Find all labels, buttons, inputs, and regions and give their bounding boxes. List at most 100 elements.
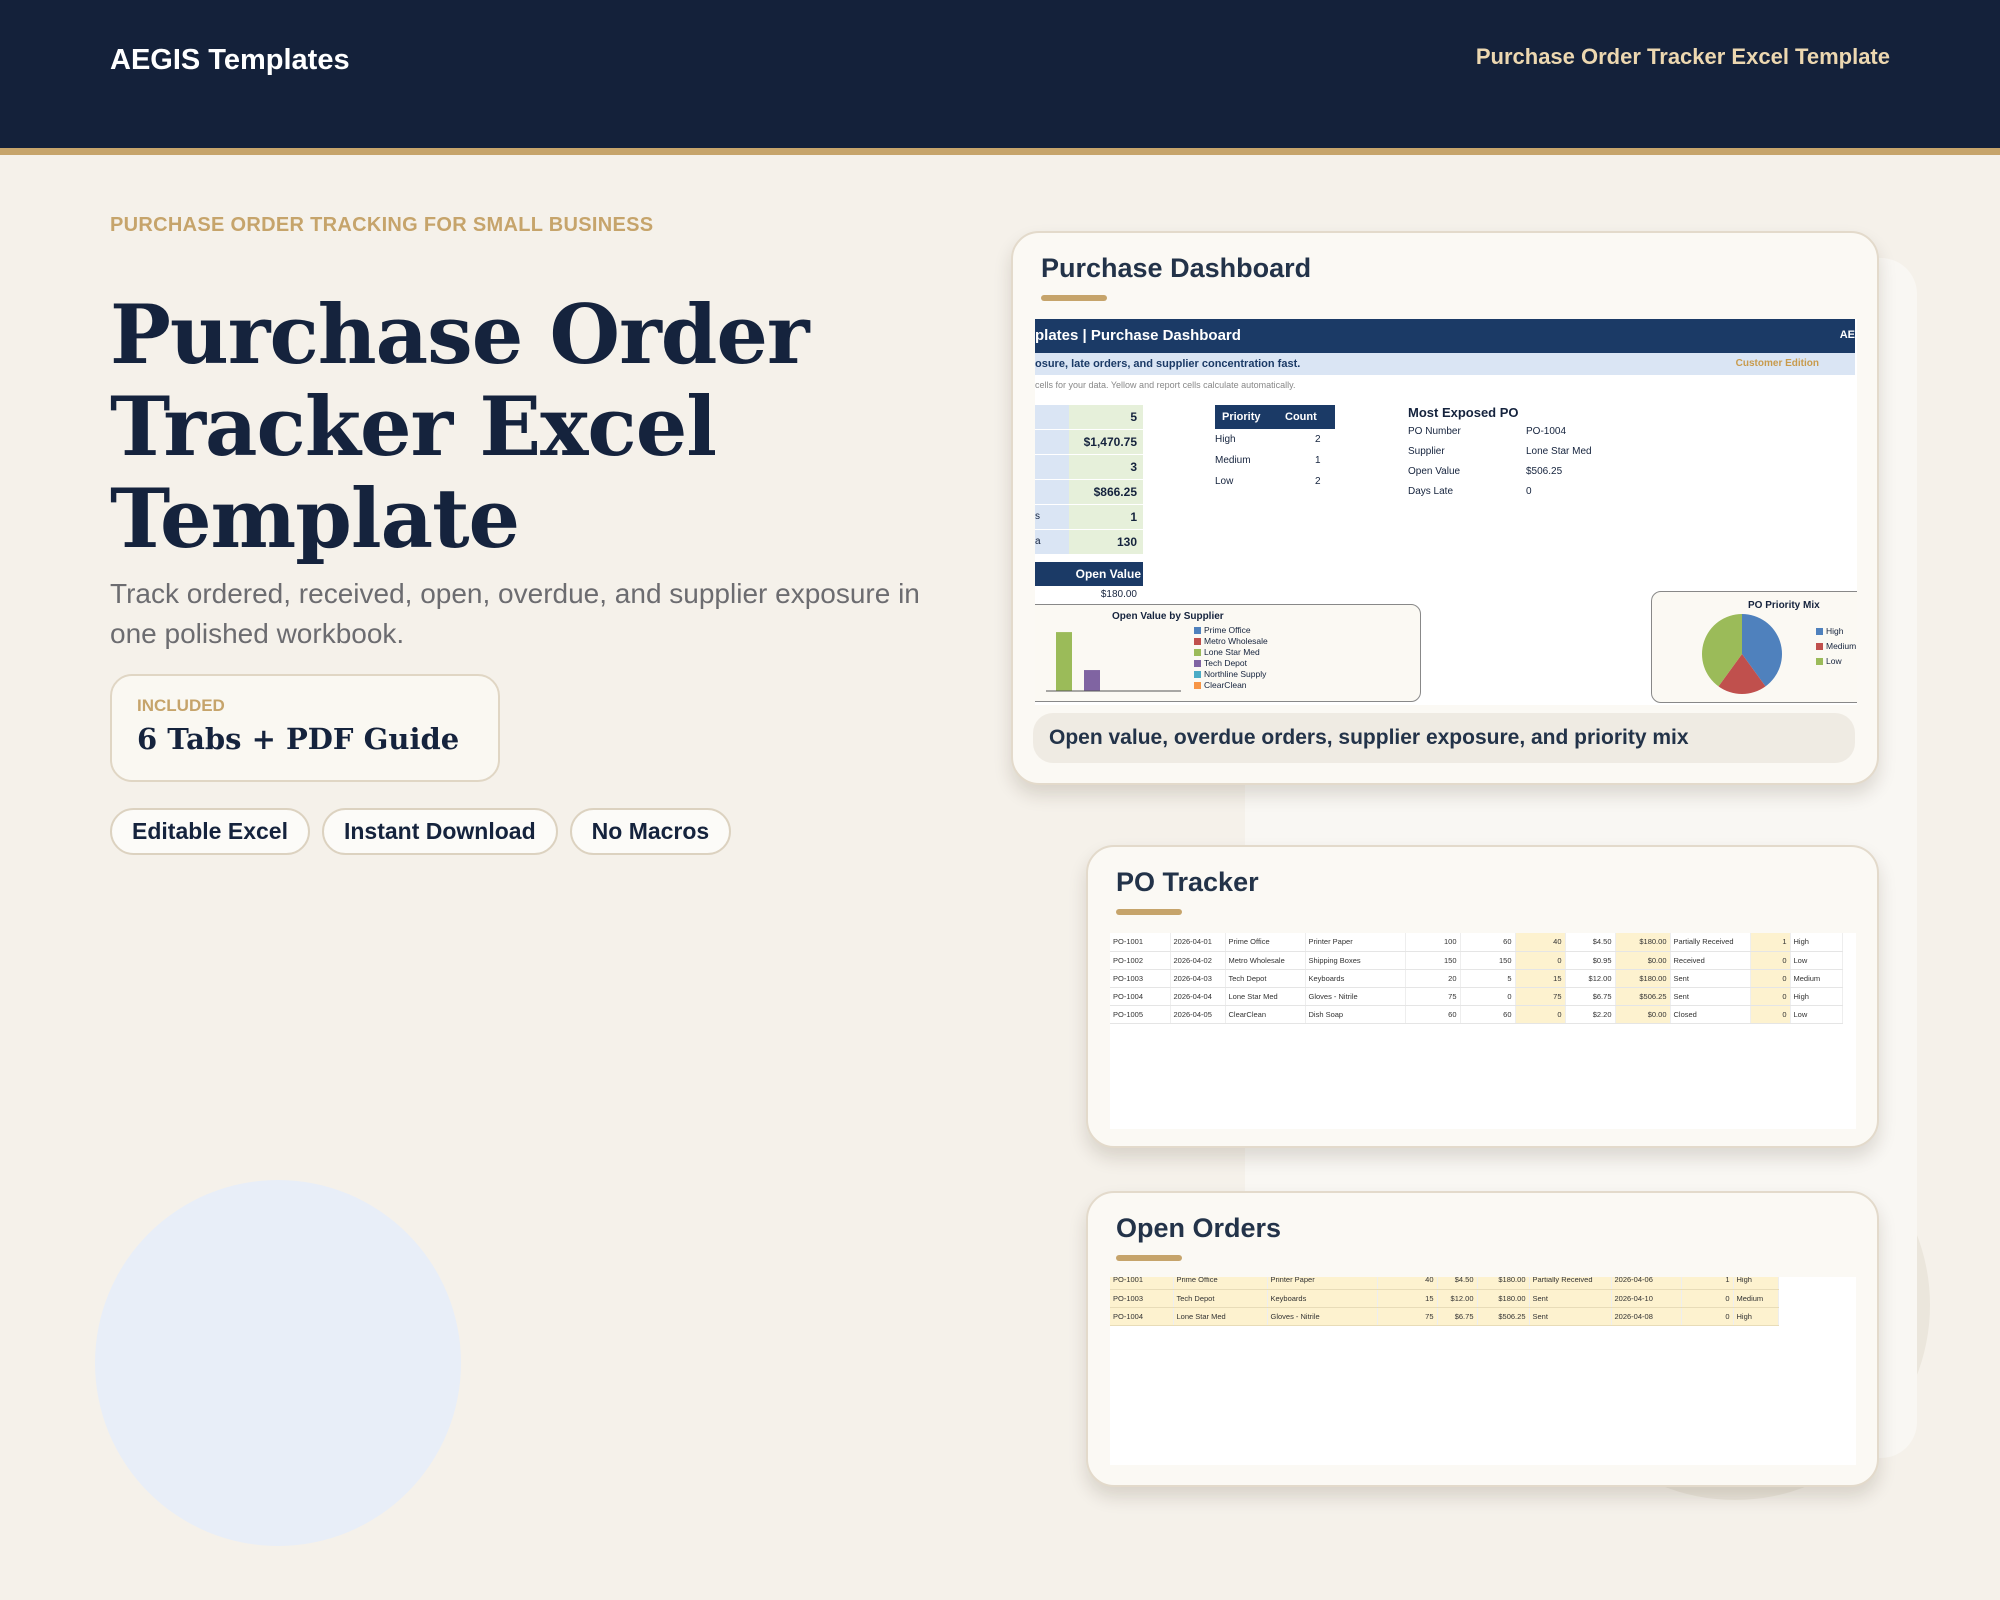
header-title: Purchase Order Tracker Excel Template (1475, 44, 1890, 69)
sheet-subtitle-strip: osure, late orders, and supplier concent… (1035, 353, 1855, 375)
table-cell: 75 (1377, 1307, 1438, 1326)
kpi-label (1035, 405, 1069, 429)
legend-label: High (1826, 626, 1844, 636)
table-cell: PO-1003 (1110, 969, 1171, 988)
kpi-label: s (1035, 505, 1069, 529)
title-underline (1116, 909, 1182, 915)
table-cell: $4.50 (1437, 1277, 1478, 1290)
table-cell: Lone Star Med (1225, 987, 1306, 1006)
kpi-row: $866.25 (1035, 480, 1143, 505)
table-cell: 0 (1460, 987, 1516, 1006)
sheet-banner-title: plates | Purchase Dashboard (1035, 327, 1241, 344)
table-cell: Gloves - Nitrile (1267, 1307, 1378, 1326)
po-tracker-table: PO-1001 2026-04-01 Prime Office Printer Pap… (1110, 933, 1843, 1024)
table-cell: 2026-04-10 (1611, 1289, 1682, 1308)
legend-swatch (1194, 682, 1201, 689)
open-value: $180.00 (1100, 589, 1137, 600)
table-cell: 60 (1460, 933, 1516, 952)
table-cell: $12.00 (1437, 1289, 1478, 1308)
legend-item: High (1816, 626, 1843, 637)
table-cell: High (1733, 1307, 1779, 1326)
table-cell: High (1790, 933, 1843, 952)
hero-subtitle: Track ordered, received, open, overdue, … (110, 578, 920, 649)
supplier-chart-title: Open Value by Supplier (1112, 611, 1224, 622)
supplier-chart: Open Value by Supplier Prime Office Metro… (1035, 604, 1421, 702)
priority-row: Low 2 (1215, 473, 1335, 493)
legend-label: Northline Supply (1204, 669, 1267, 679)
table-cell: 0 (1681, 1289, 1734, 1308)
kpi-label: a (1035, 530, 1069, 554)
brand-name[interactable]: AEGIS Templates (110, 44, 350, 77)
kpi-value: $866.25 (1069, 480, 1143, 504)
table-cell: 75 (1405, 987, 1461, 1006)
table-cell: 150 (1460, 951, 1516, 970)
top-bar: AEGIS Templates Purchase Order Tracker E… (0, 0, 2000, 155)
most-exposed-value: $506.25 (1526, 466, 1563, 477)
table-cell: Keyboards (1305, 969, 1406, 988)
table-cell: 75 (1515, 987, 1566, 1006)
table-cell: 0 (1515, 951, 1566, 970)
table-cell: PO-1005 (1110, 1005, 1171, 1024)
table-cell: PO-1004 (1110, 987, 1171, 1006)
table-cell: Tech Depot (1173, 1289, 1268, 1308)
po-tracker-card-title: PO Tracker (1116, 867, 1259, 897)
dashboard-caption-text: Open value, overdue orders, supplier exp… (1049, 726, 1689, 749)
table-cell: Tech Depot (1225, 969, 1306, 988)
table-cell: $180.00 (1477, 1289, 1530, 1308)
table-cell: $506.25 (1615, 987, 1671, 1006)
title-underline (1116, 1255, 1182, 1261)
tag-instant-download: Instant Download (321, 808, 558, 855)
table-cell: Sent (1529, 1289, 1612, 1308)
table-cell: 2026-04-06 (1611, 1277, 1682, 1290)
kpi-label (1035, 455, 1069, 479)
most-exposed-value: 0 (1526, 486, 1532, 497)
most-exposed-row: Open Value $506.25 (1408, 466, 1708, 486)
table-cell: Gloves - Nitrile (1305, 987, 1406, 1006)
table-cell: Prime Office (1173, 1277, 1268, 1290)
legend-label: Medium (1826, 641, 1857, 651)
table-cell: 15 (1515, 969, 1566, 988)
most-exposed-row: Days Late 0 (1408, 486, 1708, 506)
legend-item: ClearClean (1194, 680, 1247, 691)
po-tracker-screenshot: PO-1001 2026-04-01 Prime Office Printer Pap… (1110, 933, 1856, 1129)
dashboard-caption: Open value, overdue orders, supplier exp… (1033, 713, 1855, 763)
table-cell: $0.00 (1615, 951, 1671, 970)
edition-label: Customer Edition (1735, 358, 1819, 369)
legend-item: Northline Supply (1194, 669, 1266, 680)
most-exposed-key: PO Number (1408, 426, 1461, 437)
kpi-label (1035, 480, 1069, 504)
count-header: Count (1285, 411, 1317, 423)
legend-swatch (1816, 658, 1823, 665)
table-cell: Medium (1790, 969, 1843, 988)
table-row: PO-1005 2026-04-05 ClearClean Dish Soap 60 60… (1110, 1005, 1843, 1024)
kpi-row: 3 (1035, 455, 1143, 480)
table-cell: $6.75 (1437, 1307, 1478, 1326)
table-cell: 60 (1405, 1005, 1461, 1024)
sheet-banner-logo: AE (1839, 329, 1855, 341)
hero-title: Purchase Order Tracker Excel Template (110, 290, 930, 566)
table-cell: 5 (1460, 969, 1516, 988)
dashboard-card: Purchase Dashboard plates | Purchase Das… (1011, 231, 1879, 785)
priority-count: 2 (1315, 434, 1321, 445)
included-label: INCLUDED (137, 696, 225, 715)
table-cell: Printer Paper (1305, 933, 1406, 952)
hero-title-line: Tracker Excel (110, 380, 717, 475)
table-row: PO-1001 2026-04-01 Prime Office Printer Pap… (1110, 933, 1843, 952)
legend-label: Tech Depot (1204, 658, 1247, 668)
open-orders-card: Open Orders PO-1001 Prime Office Printer P… (1086, 1191, 1879, 1487)
table-cell: 0 (1750, 1005, 1791, 1024)
most-exposed-key: Open Value (1408, 466, 1461, 477)
table-cell: Printer Paper (1267, 1277, 1378, 1290)
table-cell: $0.95 (1565, 951, 1616, 970)
table-cell: 0 (1750, 951, 1791, 970)
priority-name: Low (1215, 476, 1234, 487)
kpi-value: 5 (1069, 405, 1143, 429)
dashboard-card-title: Purchase Dashboard (1041, 253, 1312, 283)
table-cell: Shipping Boxes (1305, 951, 1406, 970)
legend-swatch (1816, 628, 1823, 635)
table-cell: 0 (1681, 1307, 1734, 1326)
open-orders-card-title: Open Orders (1116, 1213, 1282, 1243)
table-cell: 0 (1515, 1005, 1566, 1024)
open-value-header: Open Value (1035, 562, 1143, 586)
most-exposed-value: PO-1004 (1526, 426, 1567, 437)
